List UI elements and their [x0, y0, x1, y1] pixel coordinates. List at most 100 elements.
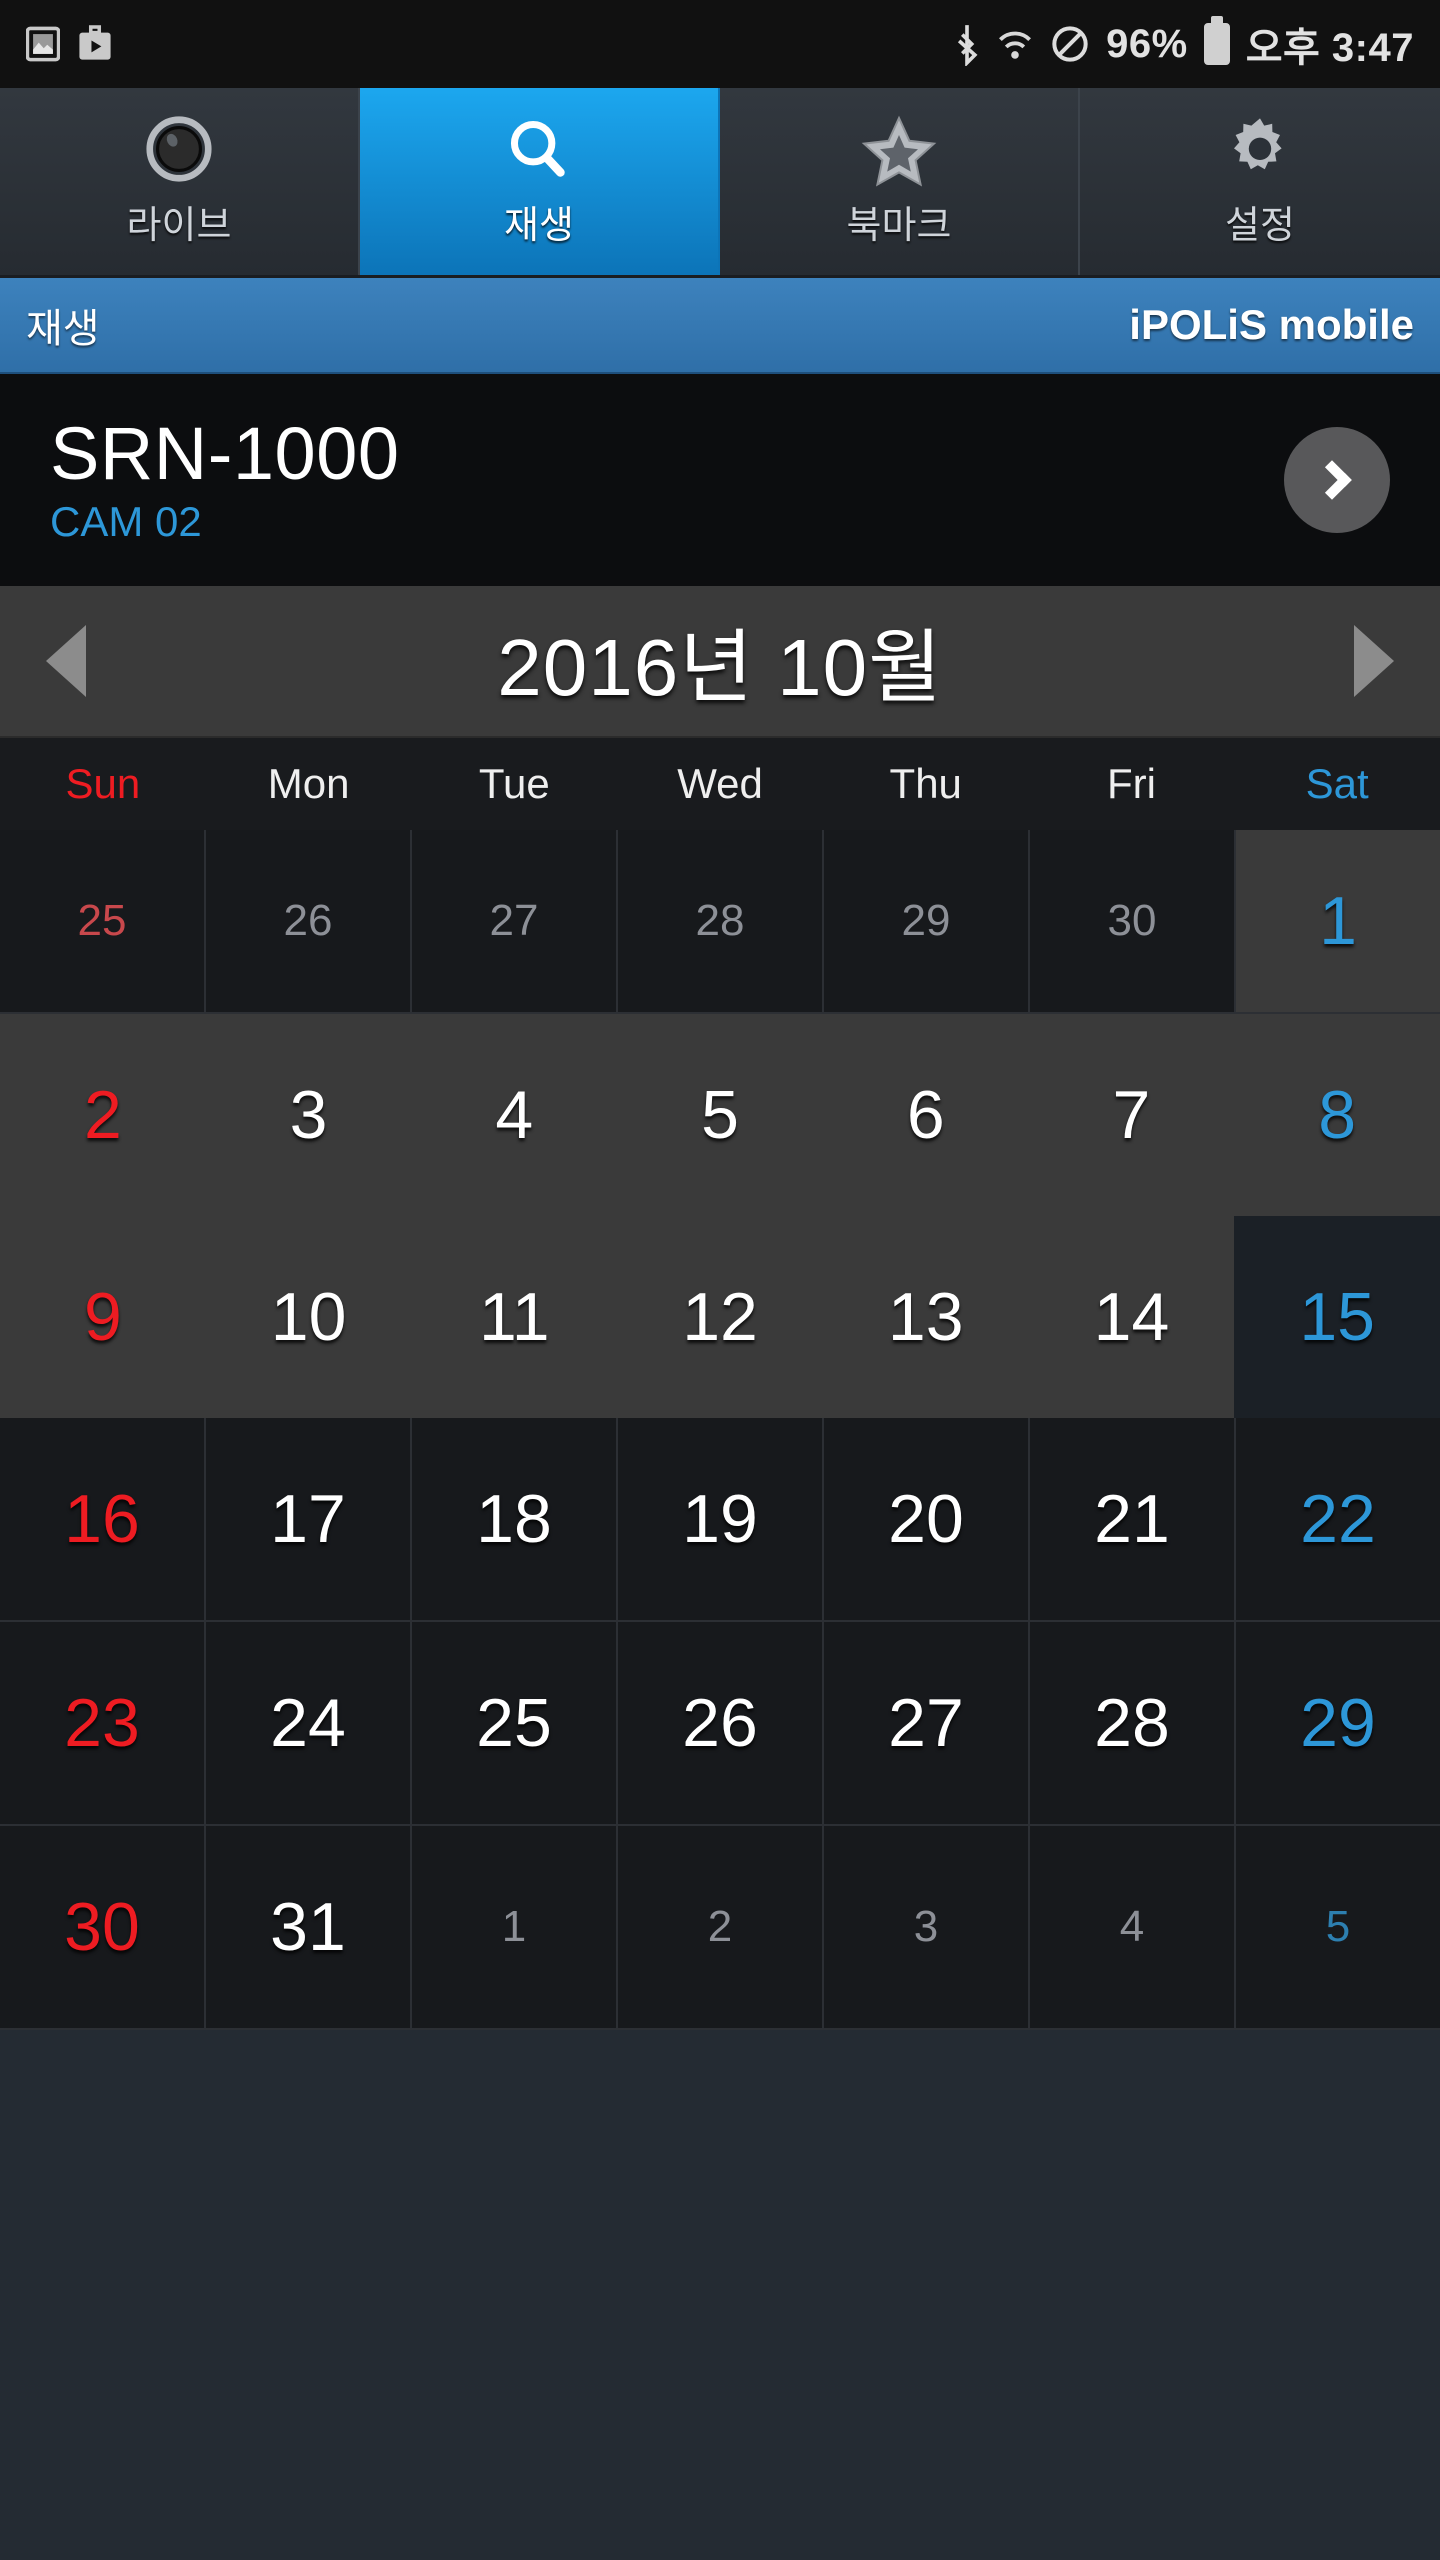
tab-playback[interactable]: 재생	[360, 88, 720, 275]
next-month-button[interactable]	[1353, 625, 1394, 697]
calendar-day-cell[interactable]: 10	[206, 1216, 412, 1418]
day-number: 4	[495, 1077, 534, 1153]
calendar-day-cell[interactable]: 20	[824, 1418, 1030, 1620]
day-number: 7	[1112, 1077, 1151, 1153]
main-tab-bar: 라이브 재생 북마크 설정	[0, 88, 1440, 278]
calendar-day-cell[interactable]: 1	[412, 1826, 618, 2028]
bluetooth-icon	[954, 22, 980, 66]
calendar-day-cell[interactable]: 25	[0, 830, 206, 1012]
calendar-day-cell[interactable]: 28	[1030, 1622, 1236, 1824]
weekday-header-sun: Sun	[65, 760, 141, 807]
day-number: 10	[270, 1279, 347, 1355]
calendar-day-cell[interactable]: 12	[617, 1216, 823, 1418]
calendar-day-cell[interactable]: 18	[412, 1418, 618, 1620]
device-header[interactable]: SRN-1000 CAM 02	[0, 374, 1440, 586]
calendar-day-cell[interactable]: 31	[206, 1826, 412, 2028]
weekday-header-sat: Sat	[1305, 760, 1369, 807]
calendar-day-cell[interactable]: 27	[824, 1622, 1030, 1824]
calendar-day-cell[interactable]: 26	[206, 830, 412, 1012]
calendar-day-cell[interactable]: 2	[618, 1826, 824, 2028]
screen-title: 재생	[26, 307, 100, 351]
calendar-day-cell[interactable]: 1	[1236, 830, 1440, 1012]
weekday-header-mon: Mon	[267, 760, 350, 807]
calendar-day-cell[interactable]: 24	[206, 1622, 412, 1824]
day-number: 3	[913, 1902, 939, 1951]
calendar-day-cell[interactable]: 7	[1029, 1014, 1235, 1216]
day-number: 27	[489, 896, 539, 945]
day-number: 1	[1319, 883, 1357, 959]
calendar-day-cell[interactable]: 9	[0, 1216, 206, 1418]
device-name-label: SRN-1000	[50, 412, 400, 495]
day-number: 28	[695, 896, 745, 945]
day-number: 19	[682, 1481, 758, 1557]
calendar-day-cell[interactable]: 11	[411, 1216, 617, 1418]
device-camera-label: CAM 02	[50, 498, 202, 545]
calendar-day-cell[interactable]: 3	[824, 1826, 1030, 2028]
calendar-day-cell[interactable]: 13	[823, 1216, 1029, 1418]
day-number: 30	[1107, 896, 1157, 945]
day-number: 25	[476, 1685, 552, 1761]
calendar-day-cell[interactable]: 27	[412, 830, 618, 1012]
calendar-day-cell[interactable]: 30	[1030, 830, 1236, 1012]
calendar-week-row: 25 26 27 28 29 30 1	[0, 830, 1440, 1014]
chevron-right-icon	[1312, 460, 1352, 500]
calendar-day-cell-selected[interactable]: 15	[1234, 1216, 1440, 1418]
day-number: 26	[283, 896, 333, 945]
weekday-header-thu: Thu	[889, 760, 962, 807]
calendar-day-cell[interactable]: 5	[617, 1014, 823, 1216]
calendar-day-cell[interactable]: 16	[0, 1418, 206, 1620]
tab-playback-label: 재생	[504, 205, 574, 247]
calendar-day-cell[interactable]: 19	[618, 1418, 824, 1620]
day-number: 2	[83, 1077, 122, 1153]
search-icon	[502, 114, 576, 188]
calendar-day-cell[interactable]: 17	[206, 1418, 412, 1620]
calendar-day-cell[interactable]: 4	[411, 1014, 617, 1216]
calendar-day-cell[interactable]: 29	[1236, 1622, 1440, 1824]
calendar-week-row: 23 24 25 26 27 28 29	[0, 1622, 1440, 1826]
day-number: 20	[888, 1481, 964, 1557]
tab-settings[interactable]: 설정	[1080, 88, 1440, 275]
calendar-day-cell[interactable]: 2	[0, 1014, 206, 1216]
day-number: 15	[1299, 1279, 1375, 1355]
day-number: 1	[501, 1902, 527, 1951]
calendar-day-cell[interactable]: 8	[1234, 1014, 1440, 1216]
day-number: 13	[887, 1279, 964, 1355]
app-brand-label: iPOLiS mobile	[1129, 301, 1414, 348]
day-number: 23	[64, 1685, 140, 1761]
calendar-day-cell[interactable]: 4	[1030, 1826, 1236, 2028]
day-number: 21	[1094, 1481, 1170, 1557]
day-number: 12	[682, 1279, 758, 1355]
device-select-button[interactable]	[1284, 427, 1390, 533]
previous-month-button[interactable]	[46, 625, 86, 697]
app-screen: 96% 오후 3:47 라이브 재생 북마크 설정 재생 iPOLiS mobi…	[0, 0, 1440, 2560]
status-bar-left-icons	[26, 24, 112, 64]
status-bar-right-icons: 96% 오후 3:47	[954, 15, 1414, 73]
day-number: 5	[701, 1077, 739, 1153]
calendar-day-cell[interactable]: 26	[618, 1622, 824, 1824]
day-number: 28	[1094, 1685, 1170, 1761]
calendar-day-cell[interactable]: 5	[1236, 1826, 1440, 2028]
tab-live[interactable]: 라이브	[0, 88, 360, 275]
calendar-day-cell[interactable]: 3	[206, 1014, 412, 1216]
tab-bookmark[interactable]: 북마크	[720, 88, 1080, 275]
calendar-day-cell[interactable]: 28	[618, 830, 824, 1012]
day-number: 25	[77, 896, 127, 945]
day-number: 6	[906, 1077, 945, 1153]
calendar-day-cell[interactable]: 21	[1030, 1418, 1236, 1620]
calendar-day-cell[interactable]: 30	[0, 1826, 206, 2028]
calendar-day-cell[interactable]: 29	[824, 830, 1030, 1012]
calendar-day-cell[interactable]: 23	[0, 1622, 206, 1824]
camera-lens-icon	[140, 114, 218, 188]
calendar-day-cell[interactable]: 6	[823, 1014, 1029, 1216]
day-number: 22	[1300, 1481, 1376, 1557]
calendar-day-cell[interactable]: 25	[412, 1622, 618, 1824]
day-number: 11	[479, 1279, 550, 1355]
calendar-day-cell[interactable]: 14	[1029, 1216, 1235, 1418]
battery-percent-label: 96%	[1106, 21, 1188, 66]
day-number: 29	[901, 896, 951, 945]
weekday-header-tue: Tue	[478, 760, 550, 807]
calendar-week-row: 2 3 4 5 6 7 8	[0, 1014, 1440, 1216]
calendar-day-cell[interactable]: 22	[1236, 1418, 1440, 1620]
screenshot-icon	[26, 24, 60, 64]
day-number: 3	[289, 1077, 328, 1153]
